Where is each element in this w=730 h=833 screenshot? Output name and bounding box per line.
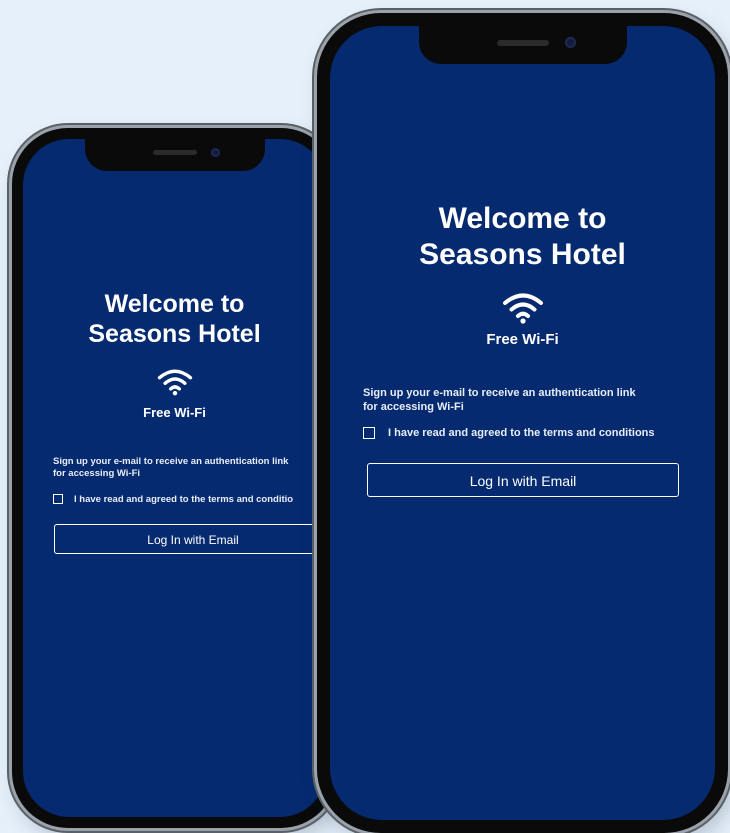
signup-description-line1: Sign up your e-mail to receive an authen… [53, 456, 289, 467]
welcome-title: Welcome to Seasons Hotel [330, 201, 715, 273]
login-with-email-button[interactable]: Log In with Email [367, 462, 679, 497]
speaker-grille [496, 40, 549, 46]
notch [418, 26, 627, 64]
speaker-grille [152, 150, 197, 155]
signup-description-line1: Sign up your e-mail to receive an authen… [363, 387, 636, 399]
terms-row[interactable]: I have read and agreed to the terms and … [53, 494, 326, 505]
phone-right: Welcome to Seasons Hotel Free Wi-Fi Sign… [317, 13, 728, 833]
phone-right-screen: Welcome to Seasons Hotel Free Wi-Fi Sign… [330, 26, 715, 820]
welcome-title-line2: Seasons Hotel [419, 238, 626, 271]
welcome-title: Welcome to Seasons Hotel [23, 289, 326, 349]
signup-description: Sign up your e-mail to receive an authen… [363, 386, 715, 415]
terms-checkbox[interactable] [53, 494, 63, 505]
signup-description-line2: for accessing Wi-Fi [53, 468, 141, 480]
camera-lens [564, 37, 576, 48]
login-with-email-button[interactable]: Log In with Email [54, 523, 326, 554]
wifi-icon [502, 293, 543, 324]
terms-row[interactable]: I have read and agreed to the terms and … [363, 426, 715, 439]
free-wifi-label: Free Wi-Fi [486, 331, 559, 348]
welcome-panel: Welcome to Seasons Hotel Free Wi-Fi Sign… [23, 289, 326, 554]
welcome-panel: Welcome to Seasons Hotel Free Wi-Fi Sign… [330, 201, 715, 497]
wifi-icon [157, 369, 192, 396]
terms-label: I have read and agreed to the terms and … [74, 493, 294, 505]
phone-left-screen: Welcome to Seasons Hotel Free Wi-Fi Sign… [23, 139, 326, 817]
signup-description: Sign up your e-mail to receive an authen… [53, 456, 326, 481]
terms-checkbox[interactable] [363, 426, 375, 439]
welcome-title-line2: Seasons Hotel [88, 320, 261, 348]
terms-label: I have read and agreed to the terms and … [388, 426, 655, 439]
free-wifi-label: Free Wi-Fi [143, 405, 206, 420]
signup-description-line2: for accessing Wi-Fi [363, 401, 464, 414]
phone-left: Welcome to Seasons Hotel Free Wi-Fi Sign… [12, 128, 337, 828]
camera-lens [210, 148, 220, 157]
welcome-title-line1: Welcome to [104, 290, 245, 318]
welcome-title-line1: Welcome to [438, 202, 607, 235]
notch [84, 139, 265, 171]
